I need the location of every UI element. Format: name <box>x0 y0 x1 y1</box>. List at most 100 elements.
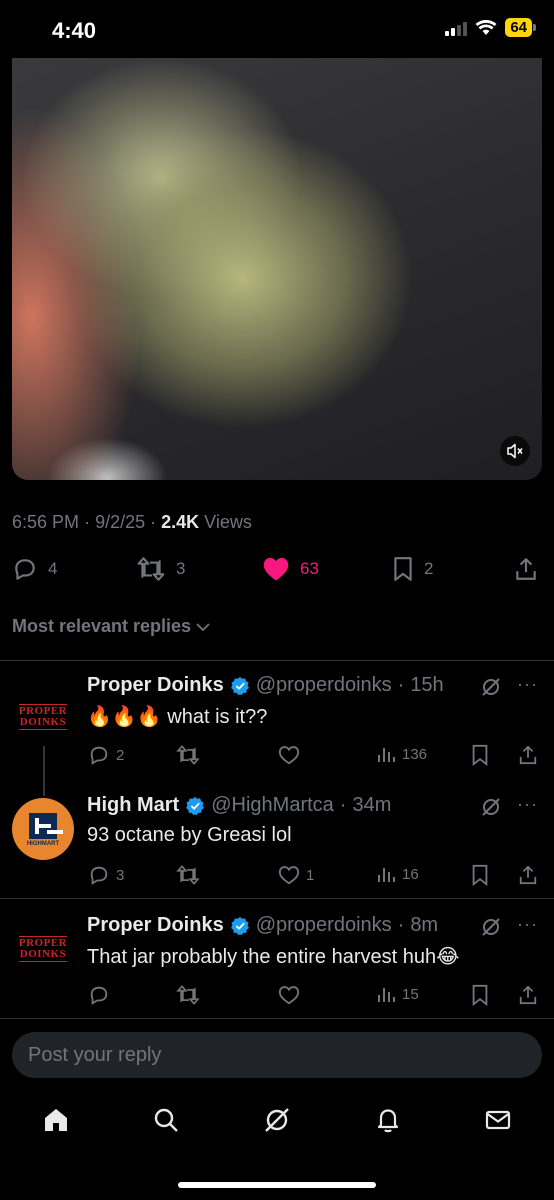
reply-item[interactable]: PROPER DOINKS Proper Doinks @properdoink… <box>0 674 554 792</box>
nav-home[interactable] <box>42 1106 70 1139</box>
nav-messages[interactable] <box>484 1106 512 1139</box>
reply-item[interactable]: HIGHMART High Mart @HighMartca · 34m ···… <box>0 750 554 904</box>
divider <box>0 898 554 899</box>
views-icon <box>378 868 395 882</box>
more-icon[interactable]: ··· <box>517 674 538 695</box>
repost-button[interactable] <box>176 744 200 766</box>
bookmark-button[interactable]: 2 <box>392 556 433 582</box>
reply-count: 2 <box>116 746 125 764</box>
reply-button[interactable]: 2 <box>88 744 124 766</box>
reply-age: 15h <box>410 674 444 696</box>
repost-icon <box>176 745 200 765</box>
views-button[interactable]: 16 <box>376 864 419 884</box>
wifi-icon <box>475 19 497 35</box>
author-handle[interactable]: @HighMartca <box>211 794 334 817</box>
repost-button[interactable] <box>176 984 200 1006</box>
author-name[interactable]: High Mart <box>87 794 179 817</box>
avatar[interactable]: HIGHMART <box>12 798 74 860</box>
nav-notifications[interactable] <box>374 1106 402 1139</box>
reply-button[interactable] <box>88 984 116 1006</box>
views-count: 16 <box>402 865 419 883</box>
bookmark-button[interactable] <box>470 744 490 766</box>
author-handle[interactable]: @properdoinks <box>256 914 392 937</box>
divider <box>0 1018 554 1019</box>
author-handle[interactable]: @properdoinks <box>256 674 392 697</box>
reply-count: 4 <box>48 559 58 578</box>
replies-sort-toggle[interactable]: Most relevant replies <box>12 616 211 637</box>
like-button[interactable] <box>278 744 306 766</box>
like-button[interactable]: 63 <box>262 556 319 582</box>
reply-item[interactable]: PROPER DOINKS Proper Doinks @properdoink… <box>0 914 554 1024</box>
verified-badge-icon <box>186 796 205 815</box>
tweet-date: 9/2/25 <box>95 512 146 532</box>
share-button[interactable] <box>518 744 538 766</box>
tweet-action-bar: 4 3 63 2 <box>0 556 554 588</box>
avatar[interactable]: PROPER DOINKS <box>12 686 74 748</box>
like-count: 63 <box>300 559 319 578</box>
repost-icon <box>137 557 165 581</box>
views-button[interactable]: 15 <box>376 984 419 1004</box>
bookmark-button[interactable] <box>470 864 490 886</box>
views-button[interactable]: 136 <box>376 744 427 764</box>
thread-line <box>43 750 45 796</box>
notifications-icon <box>377 1109 399 1133</box>
heart-icon <box>278 986 300 1005</box>
reply-header: Proper Doinks @properdoinks · 8m <box>87 914 439 937</box>
reply-header: High Mart @HighMartca · 34m <box>87 794 392 817</box>
avatar-logo-line2: DOINKS <box>19 716 67 728</box>
author-name[interactable]: Proper Doinks <box>87 914 224 937</box>
reply-composer[interactable]: Post your reply <box>12 1032 542 1078</box>
nav-grok[interactable] <box>263 1106 291 1139</box>
reply-icon <box>90 866 108 885</box>
mute-button[interactable] <box>500 436 530 466</box>
bookmark-icon <box>472 864 488 886</box>
reply-input-placeholder: Post your reply <box>28 1044 162 1066</box>
nav-search[interactable] <box>152 1106 180 1139</box>
home-icon <box>45 1109 67 1131</box>
share-button[interactable] <box>514 556 538 582</box>
share-button[interactable] <box>518 864 538 886</box>
avatar-logo-text: HIGHMART <box>26 841 60 847</box>
avatar-logo: PROPER DOINKS <box>18 704 68 730</box>
more-icon[interactable]: ··· <box>517 914 538 935</box>
share-button[interactable] <box>518 984 538 1006</box>
verified-badge-icon <box>230 916 249 935</box>
like-button[interactable]: 1 <box>278 864 314 886</box>
grok-icon[interactable] <box>480 916 502 938</box>
reply-icon <box>90 986 108 1005</box>
avatar[interactable]: PROPER DOINKS <box>12 918 74 980</box>
bookmark-button[interactable] <box>470 984 490 1006</box>
grok-icon[interactable] <box>480 796 502 818</box>
author-name[interactable]: Proper Doinks <box>87 674 224 697</box>
grok-icon <box>265 1108 289 1132</box>
reply-actions: 3 1 16 <box>0 864 554 888</box>
repost-button[interactable]: 3 <box>136 556 185 582</box>
battery-indicator: 64 <box>505 18 536 37</box>
grok-icon[interactable] <box>480 676 502 698</box>
bookmark-count: 2 <box>424 559 434 578</box>
more-icon[interactable]: ··· <box>517 794 538 815</box>
like-button[interactable] <box>278 984 306 1006</box>
replies-sort-label: Most relevant replies <box>12 616 192 636</box>
avatar-logo: PROPER DOINKS <box>18 936 68 962</box>
reply-button[interactable]: 4 <box>12 556 57 582</box>
verified-badge-icon <box>230 676 249 695</box>
highmart-logo-icon <box>29 813 57 839</box>
reply-button[interactable]: 3 <box>88 864 124 886</box>
share-icon <box>519 865 537 885</box>
reply-actions: 2 136 <box>0 744 554 768</box>
status-bar: 4:40 64 <box>0 0 554 60</box>
status-indicators: 64 <box>445 18 536 37</box>
repost-icon <box>176 985 200 1005</box>
tweet-video[interactable] <box>12 58 542 480</box>
bookmark-icon <box>472 984 488 1006</box>
bottom-nav <box>0 1100 554 1150</box>
home-indicator[interactable] <box>178 1182 376 1188</box>
avatar-logo-line2: DOINKS <box>19 948 67 960</box>
reply-age: 8m <box>410 914 439 936</box>
repost-button[interactable] <box>176 864 200 886</box>
reply-text: 93 octane by Greasi lol <box>87 824 292 846</box>
search-icon <box>154 1108 178 1132</box>
share-icon <box>519 985 537 1005</box>
messages-icon <box>485 1110 511 1130</box>
